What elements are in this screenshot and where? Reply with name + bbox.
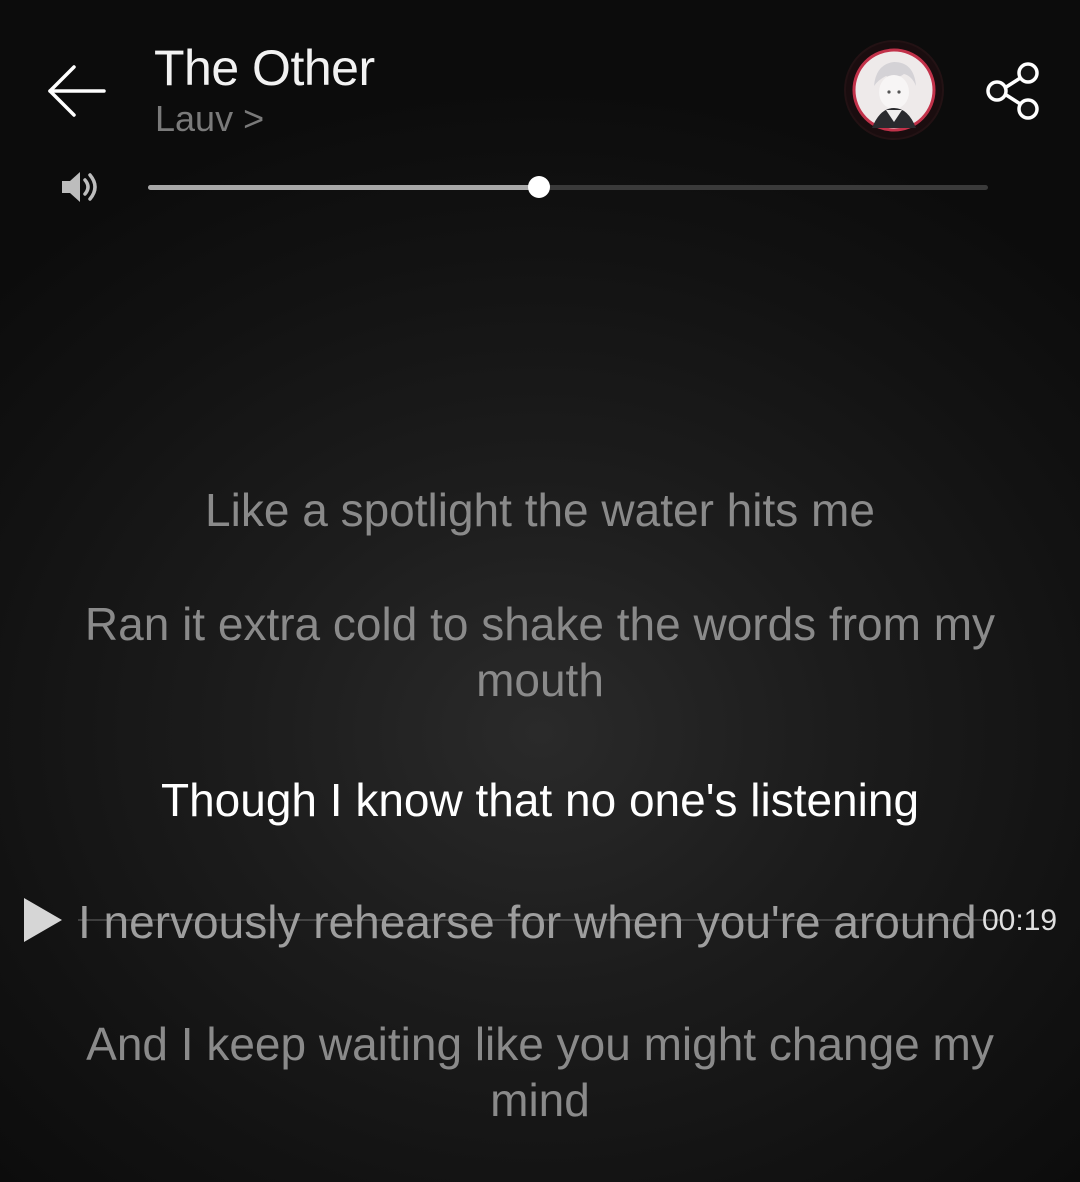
arrow-left-icon: [48, 65, 106, 117]
song-title: The Other: [154, 40, 375, 96]
volume-slider[interactable]: [148, 176, 988, 198]
play-icon: [24, 898, 62, 942]
volume-slider-fill: [148, 185, 540, 190]
lyric-line-current[interactable]: Though I know that no one's listening: [60, 772, 1020, 828]
lyric-line[interactable]: And I keep waiting like you might change…: [60, 1016, 1020, 1128]
play-from-line-button[interactable]: [22, 897, 64, 943]
album-art-avatar[interactable]: [846, 42, 942, 138]
lyric-line[interactable]: Like a spotlight the water hits me: [60, 482, 1020, 538]
back-button[interactable]: [40, 58, 114, 124]
lyric-line-seek-target[interactable]: I nervously rehearse for when you're aro…: [78, 894, 1018, 950]
seek-timestamp: 00:19: [982, 904, 1058, 937]
speaker-icon[interactable]: [58, 168, 104, 206]
share-icon: [986, 62, 1039, 120]
artist-link[interactable]: Lauv >: [155, 98, 264, 140]
lyric-line[interactable]: Ran it extra cold to shake the words fro…: [60, 596, 1020, 708]
volume-slider-knob[interactable]: [528, 176, 551, 198]
album-art-image: [852, 48, 936, 132]
share-button[interactable]: [980, 56, 1050, 126]
